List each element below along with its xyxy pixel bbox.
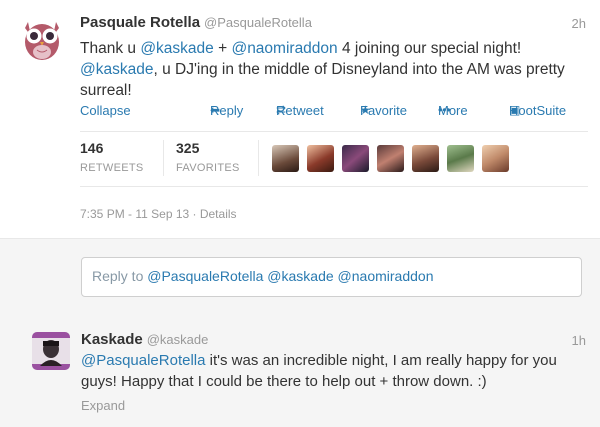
reply-mentions: @PasqualeRotella @kaskade @naomiraddon	[147, 268, 434, 284]
author-handle[interactable]: @PasqualeRotella	[204, 15, 312, 30]
main-tweet: Pasquale Rotella @PasqualeRotella 2h Than…	[0, 0, 600, 238]
favoriter-avatar[interactable]	[412, 145, 439, 172]
more-label: More	[438, 103, 468, 118]
favorites-count: 325	[176, 140, 200, 156]
stat-divider	[258, 140, 259, 176]
favorites-stat[interactable]: 325 FAVORITES	[176, 140, 240, 174]
kaskade-avatar[interactable]	[32, 332, 70, 370]
retweet-label: Retweet	[276, 103, 324, 118]
retweets-count: 146	[80, 140, 104, 156]
tweet-text-part: +	[213, 40, 232, 57]
tweet-actions: Collapse ⬅ Reply ⇄ Retweet ★ Favorite ••• Mo…	[80, 103, 590, 119]
favorite-label: Favorite	[360, 103, 407, 118]
reply-author-handle[interactable]: @kaskade	[147, 332, 209, 347]
reply-prefix: Reply to	[92, 268, 148, 284]
reply-tweet-header: Kaskade @kaskade	[81, 331, 208, 348]
mention-link[interactable]: @kaskade	[140, 40, 213, 57]
favoriter-avatar[interactable]	[377, 145, 404, 172]
favoriter-avatar[interactable]	[307, 145, 334, 172]
retweets-label: RETWEETS	[80, 162, 144, 174]
stats-divider-bottom	[80, 186, 588, 187]
tweet-text-part: , u DJ'ing in the middle of Disneyland i…	[80, 61, 565, 99]
reply-area: Reply to @PasqualeRotella @kaskade @naom…	[0, 238, 600, 314]
favoriter-avatar[interactable]	[342, 145, 369, 172]
favorites-label: FAVORITES	[176, 162, 240, 174]
favoriter-avatar[interactable]	[447, 145, 474, 172]
reply-tweet-text: @PasqualeRotella it's was an incredible …	[81, 350, 591, 392]
reply-author-name[interactable]: Kaskade	[81, 331, 143, 348]
mention-link[interactable]: @kaskade	[80, 61, 153, 78]
pasquale-avatar[interactable]	[18, 14, 66, 62]
tweet-header: Pasquale Rotella @PasqualeRotella	[80, 14, 312, 31]
favoriter-avatar[interactable]	[272, 145, 299, 172]
reply-tweet-time[interactable]: 1h	[572, 333, 586, 348]
mention-link[interactable]: @naomiraddon	[231, 40, 337, 57]
tweet-text-part: Thank u	[80, 40, 141, 57]
mention-link[interactable]: @PasqualeRotella	[81, 352, 205, 369]
reply-input[interactable]: Reply to @PasqualeRotella @kaskade @naom…	[81, 257, 582, 297]
stats-divider-top	[80, 131, 588, 132]
tweet-time[interactable]: 2h	[572, 16, 586, 31]
hootsuite-label: HootSuite	[509, 103, 567, 118]
retweets-stat[interactable]: 146 RETWEETS	[80, 140, 144, 174]
author-name[interactable]: Pasquale Rotella	[80, 14, 200, 31]
favoriter-avatar[interactable]	[482, 145, 509, 172]
expand-link[interactable]: Expand	[81, 398, 125, 413]
tweet-date[interactable]: 7:35 PM - 11 Sep 13 · Details	[80, 207, 237, 221]
collapse-link[interactable]: Collapse	[80, 103, 131, 118]
tweet-text-part: 4 joining our special night!	[337, 40, 522, 57]
tweet-text: Thank u @kaskade + @naomiraddon 4 joinin…	[80, 38, 590, 101]
reply-label: Reply	[210, 103, 244, 118]
stat-divider	[163, 140, 164, 176]
